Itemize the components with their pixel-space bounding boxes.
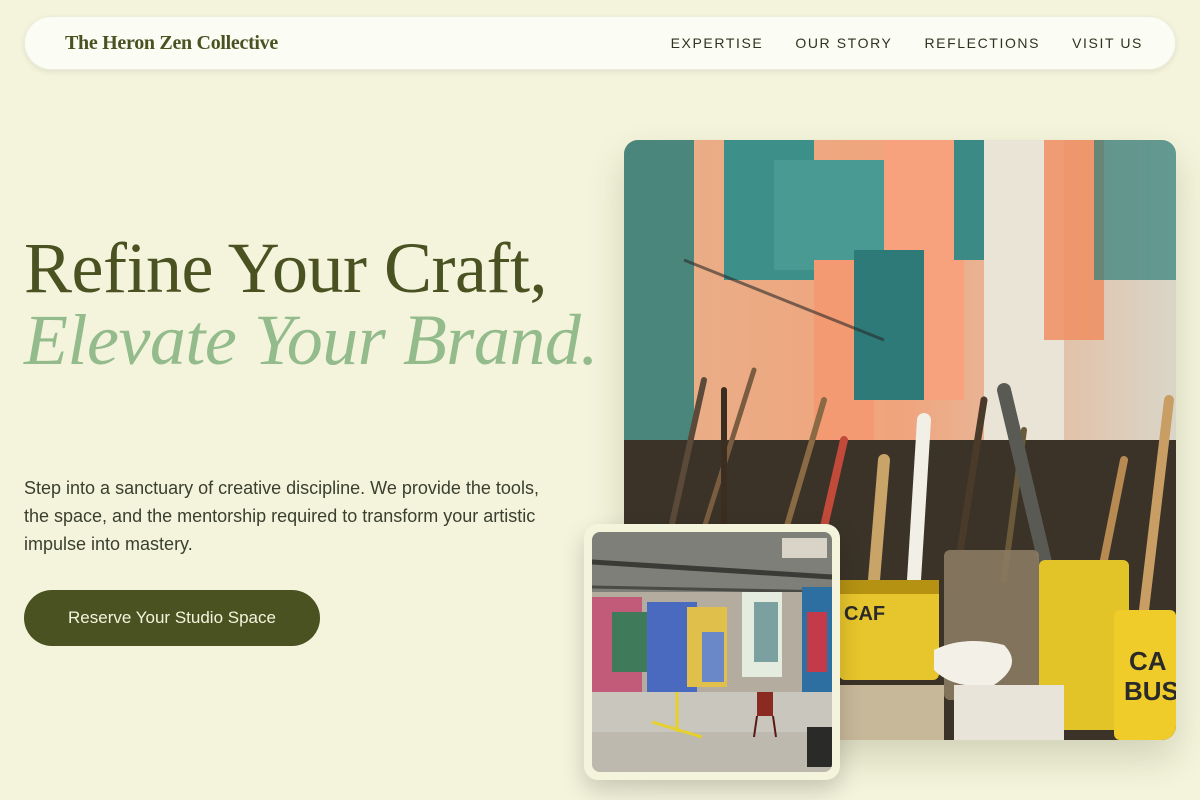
reserve-studio-button[interactable]: Reserve Your Studio Space	[24, 590, 320, 646]
svg-text:BUS: BUS	[1124, 676, 1176, 706]
top-navbar: The Heron Zen Collective EXPERTISE OUR S…	[24, 16, 1176, 70]
graffiti-studio-photo	[592, 532, 832, 772]
nav-link-visit-us[interactable]: VISIT US	[1072, 35, 1143, 51]
nav-link-reflections[interactable]: REFLECTIONS	[924, 35, 1040, 51]
svg-text:CAF: CAF	[844, 603, 885, 625]
nav-links: EXPERTISE OUR STORY REFLECTIONS VISIT US	[671, 35, 1143, 51]
hero-title: Refine Your Craft, Elevate Your Brand.	[24, 232, 604, 376]
graffiti-studio-illustration	[592, 532, 832, 772]
brand-logo-text[interactable]: The Heron Zen Collective	[65, 32, 278, 55]
hero-title-line2: Elevate Your Brand.	[24, 300, 598, 380]
hero-description: Step into a sanctuary of creative discip…	[24, 478, 539, 554]
svg-text:CA: CA	[1129, 646, 1167, 676]
nav-link-our-story[interactable]: OUR STORY	[795, 35, 892, 51]
hero-title-line1: Refine Your Craft,	[24, 228, 547, 308]
studio-inset-frame	[584, 524, 840, 780]
nav-link-expertise[interactable]: EXPERTISE	[671, 35, 764, 51]
